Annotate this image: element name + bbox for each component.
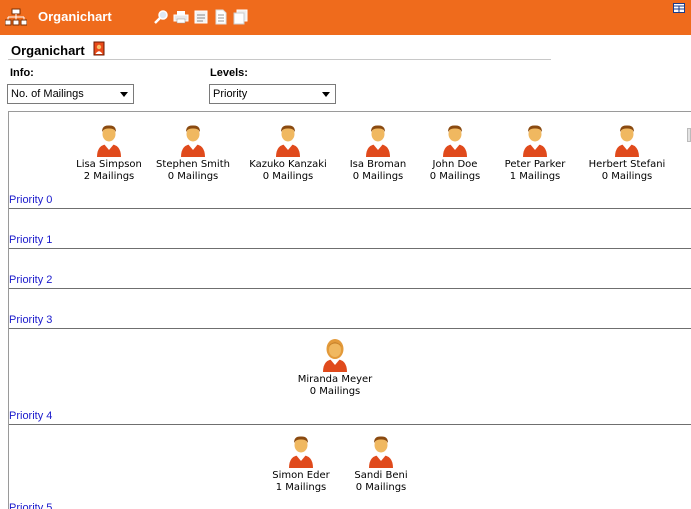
- export-icon[interactable]: [193, 9, 209, 25]
- app-title: Organichart: [38, 9, 112, 24]
- info-label: Info:: [10, 67, 34, 79]
- page-title: Organichart: [11, 43, 85, 58]
- user-icon: [612, 123, 642, 157]
- person-card[interactable]: Miranda Meyer 0 Mailings: [285, 338, 385, 398]
- level-label: Priority 2: [9, 274, 53, 286]
- person-card[interactable]: Herbert Stefani 0 Mailings: [577, 123, 677, 183]
- chevron-down-icon: [120, 92, 128, 97]
- mailing-count: 0 Mailings: [167, 171, 219, 182]
- info-select-value: No. of Mailings: [11, 88, 84, 100]
- user-icon: [273, 123, 303, 157]
- org-chart-area: Lisa Simpson 2 Mailings Stephen Smith 0 Ma…: [8, 111, 691, 509]
- female-user-icon: [320, 338, 350, 372]
- person-name: Kazuko Kanzaki: [249, 159, 327, 170]
- user-icon: [363, 123, 393, 157]
- title-bar: Organichart: [0, 0, 691, 35]
- level-label: Priority 1: [9, 234, 53, 246]
- mailing-count: 0 Mailings: [309, 386, 361, 397]
- mailing-count: 0 Mailings: [601, 171, 653, 182]
- chevron-down-icon: [322, 92, 330, 97]
- heading-divider: [8, 59, 551, 60]
- levels-label: Levels:: [210, 67, 248, 79]
- user-icon: [94, 123, 124, 157]
- levels-select[interactable]: Priority: [209, 84, 336, 104]
- person-name: Stephen Smith: [156, 159, 230, 170]
- document-icon[interactable]: [213, 9, 229, 25]
- level-label: Priority 4: [9, 410, 53, 422]
- mailing-count: 1 Mailings: [509, 171, 561, 182]
- user-icon: [520, 123, 550, 157]
- level-divider: [9, 328, 691, 329]
- level-divider: [9, 248, 691, 249]
- person-card[interactable]: Peter Parker 1 Mailings: [485, 123, 585, 183]
- info-select[interactable]: No. of Mailings: [7, 84, 134, 104]
- org-chart-icon: [4, 8, 28, 27]
- search-icon[interactable]: [153, 9, 169, 25]
- level-label: Priority 5: [9, 502, 53, 509]
- level-label: Priority 0: [9, 194, 53, 206]
- level-divider: [9, 288, 691, 289]
- mailing-count: 0 Mailings: [355, 482, 407, 493]
- view-toggle-icon[interactable]: [673, 3, 685, 13]
- user-icon: [178, 123, 208, 157]
- scrollbar-thumb[interactable]: [687, 128, 691, 142]
- user-icon: [366, 434, 396, 468]
- level-label: Priority 3: [9, 314, 53, 326]
- lock-icon: [93, 41, 105, 56]
- person-name: Miranda Meyer: [297, 374, 373, 385]
- person-name: Sandi Beni: [354, 470, 408, 481]
- person-card[interactable]: Sandi Beni 0 Mailings: [331, 434, 431, 494]
- person-card[interactable]: Stephen Smith 0 Mailings: [143, 123, 243, 183]
- person-name: Herbert Stefani: [588, 159, 666, 170]
- print-icon[interactable]: [173, 9, 189, 25]
- mailing-count: 0 Mailings: [262, 171, 314, 182]
- user-icon: [286, 434, 316, 468]
- person-card[interactable]: Kazuko Kanzaki 0 Mailings: [238, 123, 338, 183]
- level-divider: [9, 424, 691, 425]
- levels-select-value: Priority: [213, 88, 248, 100]
- user-icon: [440, 123, 470, 157]
- level-divider: [9, 208, 691, 209]
- person-name: Peter Parker: [504, 159, 566, 170]
- copy-icon[interactable]: [233, 9, 249, 25]
